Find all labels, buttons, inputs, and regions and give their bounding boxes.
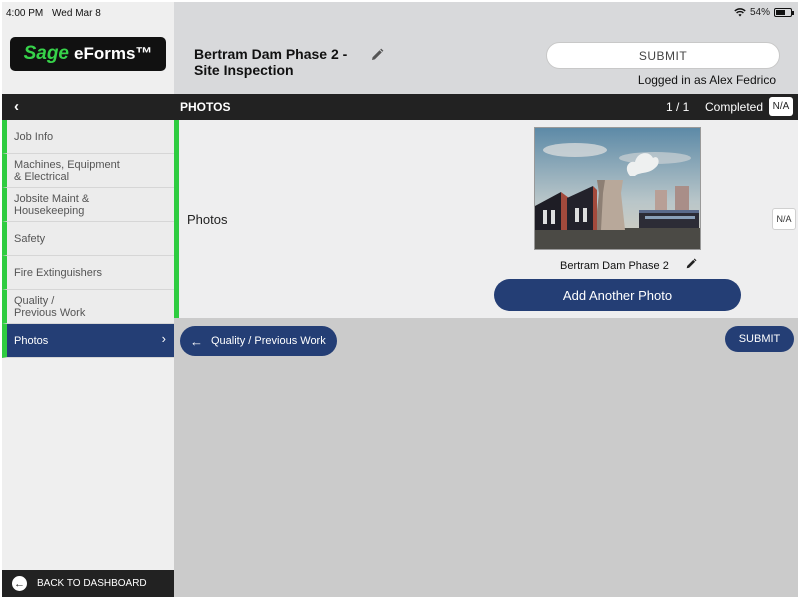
logo-area: Sage eForms™: [2, 30, 174, 94]
sidebar-item-safety[interactable]: Safety: [2, 222, 174, 256]
sidebar-item-job-info[interactable]: Job Info: [2, 120, 174, 154]
submit-button-top[interactable]: SUBMIT: [546, 42, 780, 69]
circle-arrow-left-icon: ←: [12, 576, 27, 591]
photo-caption: Bertram Dam Phase 2: [560, 260, 669, 272]
status-bar-left: 4:00 PM Wed Mar 8: [2, 2, 174, 30]
section-title: PHOTOS: [180, 100, 231, 114]
logged-in-text: Logged in as Alex Fedrico: [637, 73, 776, 87]
app-frame: 4:00 PM Wed Mar 8 54% Sage eForms™ Bertr…: [2, 2, 798, 597]
add-another-photo-button[interactable]: Add Another Photo: [494, 279, 741, 311]
sections-sidebar: Job Info Machines, Equipment & Electrica…: [2, 120, 174, 597]
question-label: Photos: [187, 212, 228, 227]
battery-percent: 54%: [749, 7, 770, 18]
sidebar-item-label: Machines, Equipment & Electrical: [14, 158, 120, 183]
status-date: Wed Mar 8: [52, 8, 101, 19]
sidebar-item-label: Quality / Previous Work: [14, 294, 86, 319]
sidebar-item-label: Photos: [14, 334, 49, 347]
pencil-icon[interactable]: [370, 48, 384, 65]
sidebar-item-label: Jobsite Maint & Housekeeping: [14, 192, 90, 217]
section-navbar: ‹ PHOTOS 1 / 1 Completed N/A: [2, 94, 798, 120]
form-title: Bertram Dam Phase 2 - Site Inspection: [194, 46, 347, 78]
sidebar-item-fire-extinguishers[interactable]: Fire Extinguishers: [2, 256, 174, 290]
photo-thumbnail[interactable]: [534, 127, 701, 250]
back-to-dashboard-label: BACK TO DASHBOARD: [37, 578, 147, 589]
status-bar-right: 54%: [174, 2, 798, 26]
sidebar-item-machines[interactable]: Machines, Equipment & Electrical: [2, 154, 174, 188]
sidebar-item-label: Fire Extinguishers: [14, 266, 103, 279]
form-header: Bertram Dam Phase 2 - Site Inspection SU…: [174, 26, 798, 94]
form-title-line1: Bertram Dam Phase 2 -: [194, 46, 348, 62]
previous-section-label: Quality / Previous Work: [211, 335, 326, 347]
status-time: 4:00 PM: [6, 8, 44, 19]
logo-sage-text: Sage: [23, 43, 69, 64]
sidebar-item-photos[interactable]: Photos ›: [2, 324, 174, 358]
section-status: Completed: [705, 100, 764, 114]
submit-button-bottom[interactable]: SUBMIT: [725, 326, 794, 352]
chevron-left-icon[interactable]: ‹: [14, 98, 19, 115]
logo-eforms-text: eForms™: [74, 44, 153, 63]
section-na-button[interactable]: N/A: [769, 97, 793, 116]
sage-eforms-logo: Sage eForms™: [10, 37, 166, 71]
sidebar-item-label: Job Info: [14, 130, 54, 143]
battery-icon: [774, 8, 794, 17]
form-title-line2: Site Inspection: [194, 62, 294, 78]
back-to-dashboard-button[interactable]: ← BACK TO DASHBOARD: [2, 570, 174, 597]
sidebar-item-jobsite-maint[interactable]: Jobsite Maint & Housekeeping: [2, 188, 174, 222]
chevron-right-icon: ›: [161, 331, 166, 346]
main-content: Photos Bertram Dam Phase 2 Add Another P…: [174, 120, 798, 597]
pencil-icon[interactable]: [685, 258, 697, 273]
question-na-button[interactable]: N/A: [772, 208, 796, 230]
sidebar-item-label: Safety: [14, 232, 46, 245]
previous-section-button[interactable]: ← Quality / Previous Work: [180, 326, 337, 356]
sidebar-item-quality[interactable]: Quality / Previous Work: [2, 290, 174, 324]
page-count: 1 / 1: [666, 100, 690, 114]
wifi-icon: [734, 8, 746, 17]
photos-question: Photos Bertram Dam Phase 2 Add Another P…: [174, 120, 798, 318]
arrow-left-icon: ←: [190, 333, 203, 349]
